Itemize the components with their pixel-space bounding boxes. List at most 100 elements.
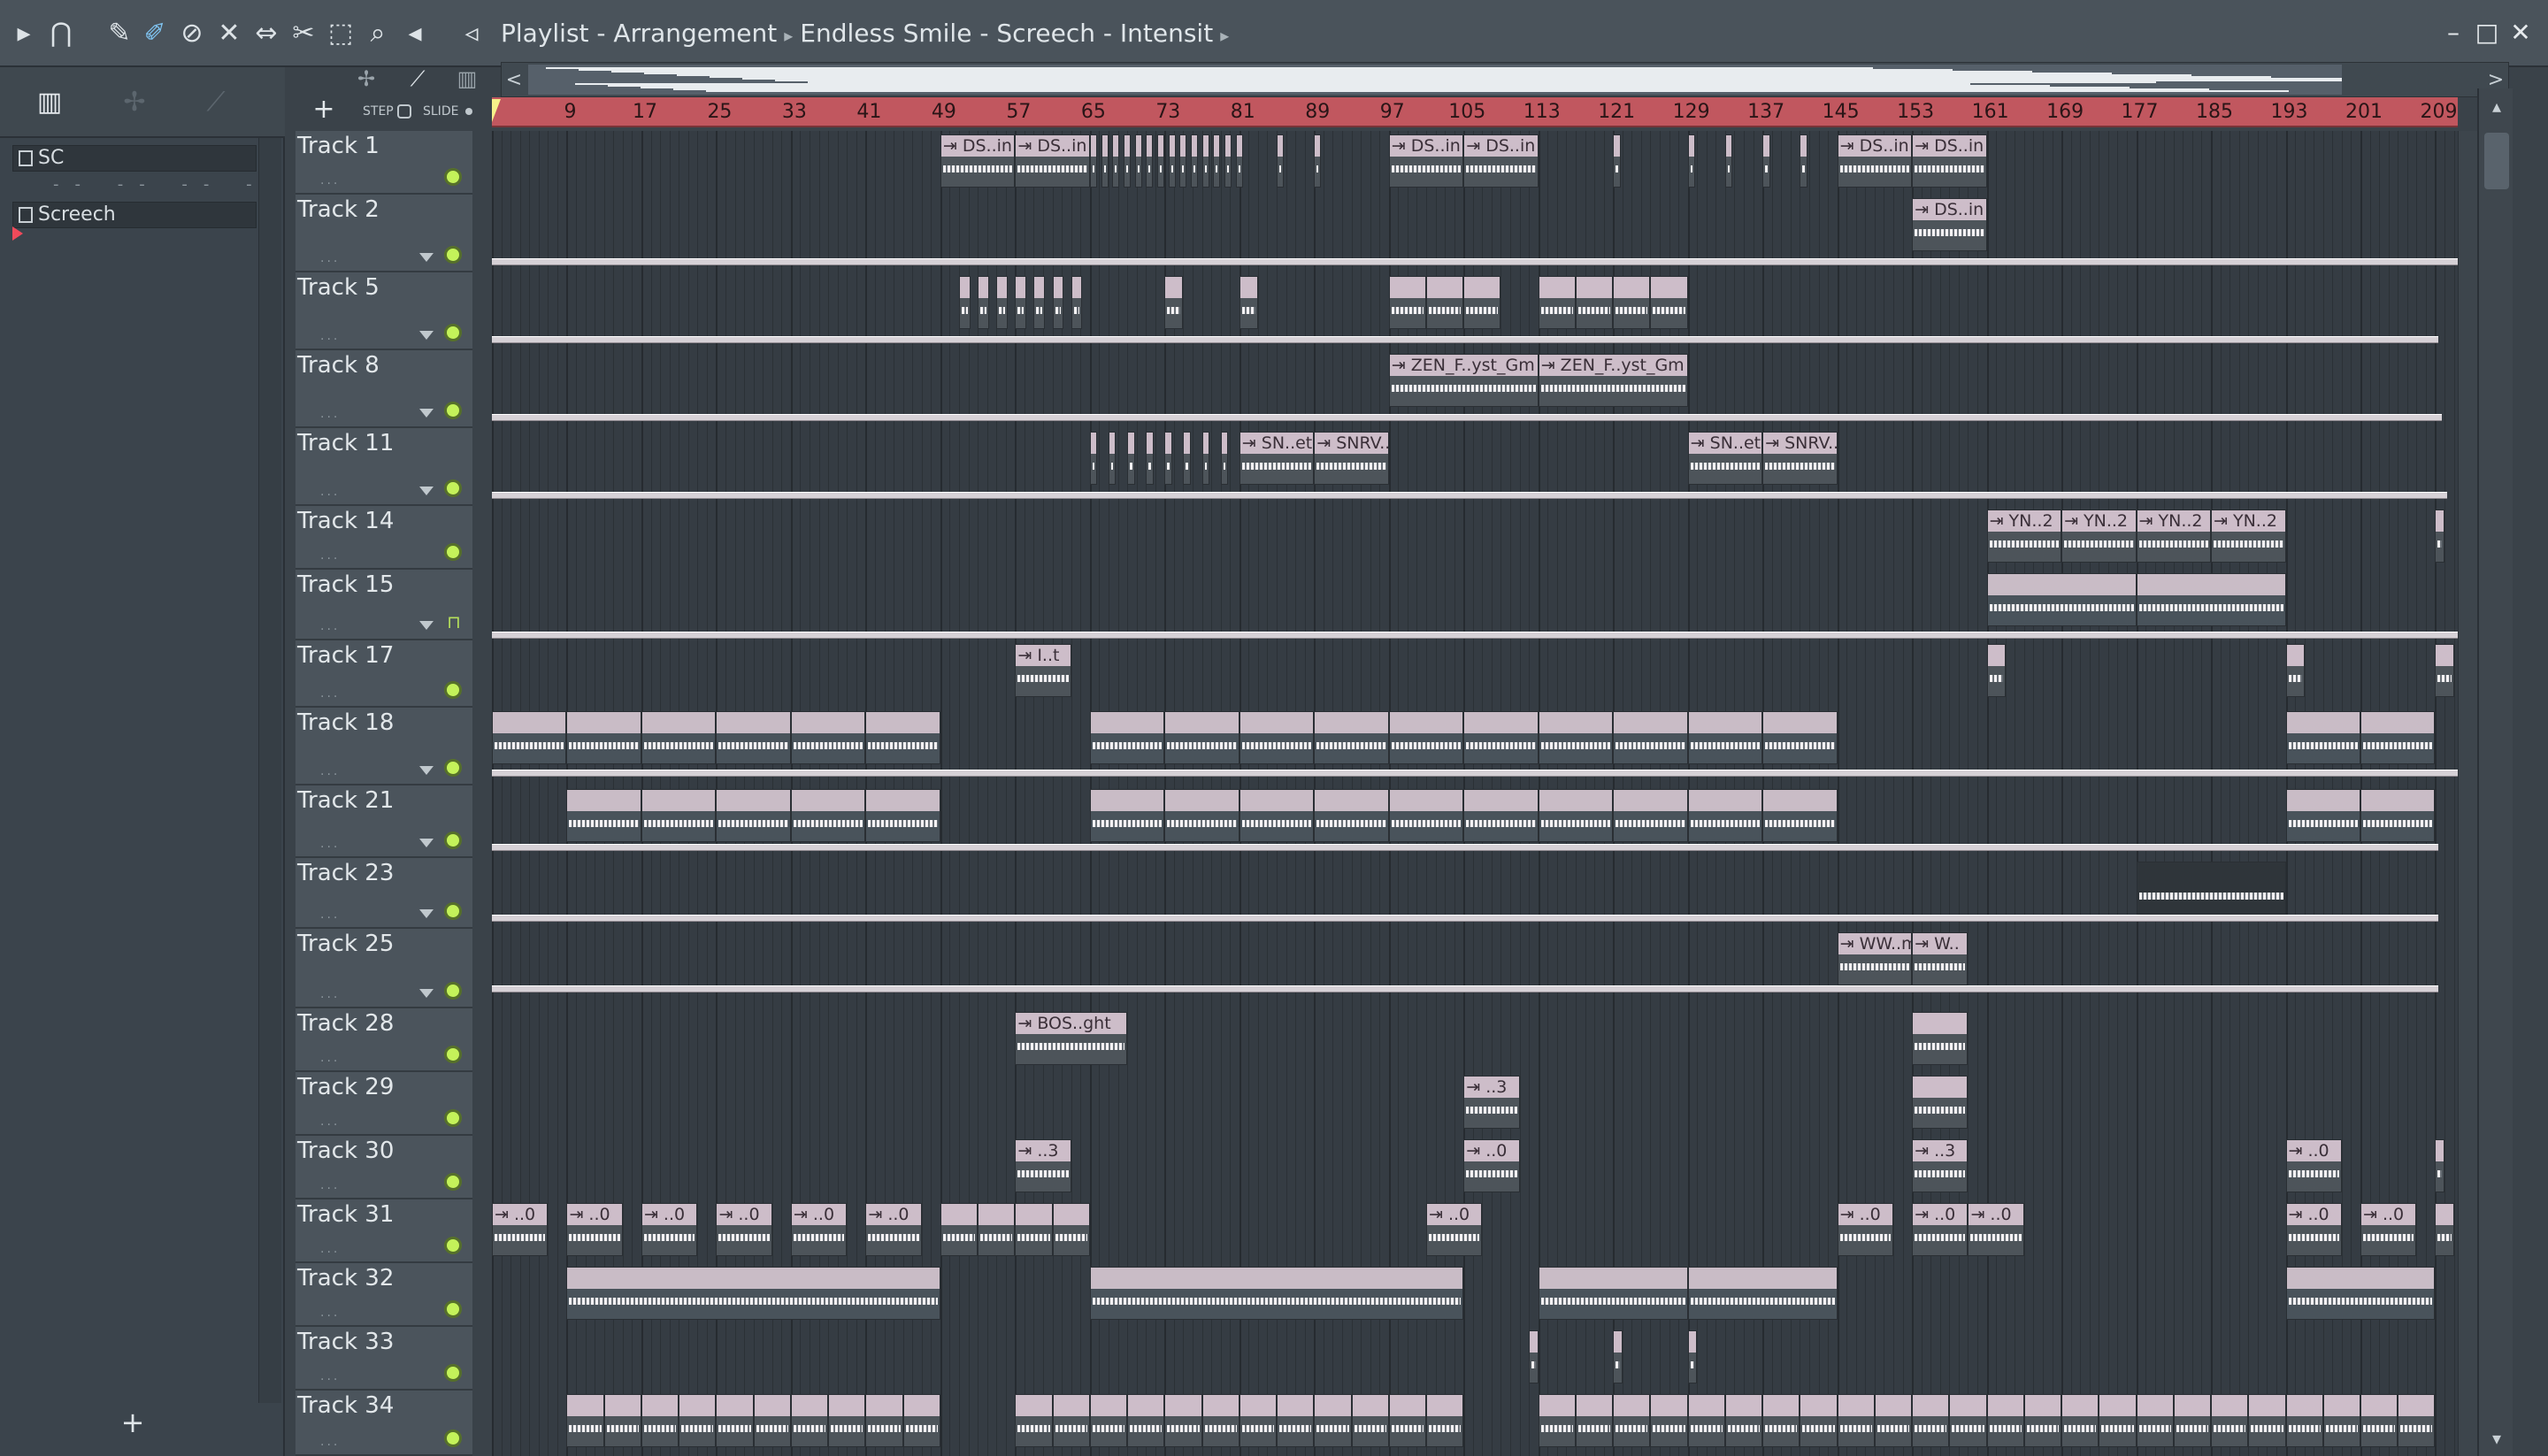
playlist-clip[interactable] <box>1314 134 1322 188</box>
track-name[interactable]: Track 8 <box>297 352 380 379</box>
track-name[interactable]: Track 23 <box>297 860 394 886</box>
playlist-clip[interactable] <box>1388 276 1426 329</box>
minimize-button[interactable]: – <box>2438 18 2468 48</box>
playlist-clip[interactable] <box>2285 711 2360 764</box>
playlist-clip[interactable] <box>1183 432 1191 485</box>
track-enable-led[interactable] <box>444 831 462 849</box>
track-enable-led[interactable] <box>444 1173 462 1191</box>
maximize-button[interactable]: □ <box>2472 18 2502 48</box>
track-header[interactable]: Track 33... <box>295 1327 472 1391</box>
playlist-clip[interactable] <box>1762 711 1838 764</box>
playlist-clip[interactable] <box>2173 1394 2212 1447</box>
playlist-clip[interactable]: ⇥ ..0 <box>566 1203 623 1256</box>
playlist-clip[interactable] <box>865 789 940 842</box>
playlist-clip[interactable] <box>1538 711 1614 764</box>
playlist-clip[interactable] <box>1388 1394 1426 1447</box>
chevron-down-icon[interactable]: ▾ <box>2486 1428 2507 1449</box>
playlist-clip[interactable] <box>1089 711 1165 764</box>
playlist-clip[interactable] <box>1052 1394 1090 1447</box>
playlist-clip[interactable]: ⇥ ..3 <box>1463 1076 1520 1129</box>
playlist-clip[interactable] <box>2435 510 2445 563</box>
playlist-clip[interactable] <box>1071 276 1083 329</box>
track-header[interactable]: Track 21... <box>295 785 472 858</box>
playlist-inner-scrollbar[interactable] <box>2458 131 2477 1456</box>
track-enable-led[interactable] <box>444 1109 462 1127</box>
pattern-item-screech[interactable]: Screech <box>12 202 257 228</box>
playlist-clip[interactable] <box>1949 1394 1987 1447</box>
playlist-clip[interactable] <box>1239 789 1315 842</box>
scrollbar-thumb[interactable] <box>2484 133 2509 189</box>
playlist-clip[interactable] <box>1156 134 1164 188</box>
playlist-clip[interactable] <box>1052 276 1064 329</box>
playlist-clip[interactable] <box>1089 134 1097 188</box>
playlist-clip[interactable] <box>1538 276 1576 329</box>
playlist-clip[interactable] <box>1426 1394 1464 1447</box>
playlist-clip[interactable]: ⇥ ..0 <box>2285 1139 2342 1192</box>
playlist-clip[interactable] <box>2398 1394 2436 1447</box>
playlist-clip[interactable] <box>790 711 866 764</box>
playlist-clip[interactable] <box>2248 1394 2286 1447</box>
playlist-clip[interactable] <box>1575 276 1614 329</box>
brush-icon[interactable]: ✐ <box>138 16 172 51</box>
playlist-clip[interactable] <box>1687 1267 1838 1320</box>
playlist-clip[interactable] <box>1463 276 1501 329</box>
pattern-scrollbar[interactable] <box>258 138 281 1403</box>
vertical-scrollbar[interactable]: ▴ ▾ <box>2477 88 2513 1456</box>
track-enable-led[interactable] <box>444 902 462 920</box>
playlist-clip[interactable] <box>2285 1267 2436 1320</box>
track-header[interactable]: Track 14... <box>295 506 472 570</box>
track-name[interactable]: Track 31 <box>297 1201 394 1228</box>
playlist-clip[interactable] <box>1190 134 1198 188</box>
track-name[interactable]: Track 21 <box>297 787 394 814</box>
playlist-clip[interactable] <box>1837 1394 1875 1447</box>
track-header[interactable]: Track 15... ⊓ <box>295 570 472 640</box>
playlist-clip[interactable] <box>1613 276 1651 329</box>
playlist-clip[interactable] <box>566 711 641 764</box>
playlist-clip[interactable]: ⇥ ..0 <box>1912 1203 1969 1256</box>
playlist-clip[interactable]: ⇥ DS..in <box>940 134 1016 188</box>
track-header[interactable]: Track 2... <box>295 195 472 272</box>
playlist-clip[interactable] <box>2360 1394 2398 1447</box>
playlist-clip[interactable] <box>1912 1394 1950 1447</box>
playlist-clip[interactable] <box>1201 1394 1239 1447</box>
track-name[interactable]: Track 11 <box>297 430 394 456</box>
playlist-clip[interactable] <box>1224 134 1232 188</box>
playlist-clip[interactable] <box>2099 1394 2137 1447</box>
add-pattern-button[interactable]: + <box>115 1405 150 1440</box>
playlist-clip[interactable] <box>1538 789 1614 842</box>
playlist-clip[interactable] <box>641 711 717 764</box>
playlist-clip[interactable] <box>1613 711 1688 764</box>
playlist-clip[interactable] <box>1912 1076 1969 1129</box>
track-header[interactable]: Track 23... <box>295 858 472 929</box>
playlist-clip[interactable] <box>1650 1394 1688 1447</box>
playlist-clip[interactable]: ⇥ DS..in <box>1463 134 1539 188</box>
track-enable-led[interactable] <box>444 1237 462 1254</box>
track-header[interactable]: Track 17... <box>295 640 472 708</box>
playlist-clip[interactable] <box>1146 432 1154 485</box>
playlist-clip[interactable] <box>902 1394 940 1447</box>
playlist-clip[interactable] <box>978 1203 1016 1256</box>
playlist-clip[interactable]: ⇥ ..0 <box>1463 1139 1520 1192</box>
slip-icon[interactable]: ⇔ <box>249 16 283 51</box>
playlist-clip[interactable] <box>716 789 791 842</box>
playlist-clip[interactable] <box>1168 134 1176 188</box>
track-enable-led[interactable] <box>444 759 462 777</box>
playlist-clip[interactable] <box>2285 644 2305 697</box>
arrangement-overview[interactable]: < > <box>501 62 2509 97</box>
chevron-right-icon[interactable]: ▸ <box>1220 25 1229 46</box>
mute-icon[interactable]: ✕ <box>212 16 246 51</box>
playlist-clip[interactable] <box>1463 789 1539 842</box>
playlist-clip[interactable]: ⇥ ..0 <box>1968 1203 2024 1256</box>
track-dropdown-icon[interactable] <box>419 487 434 495</box>
delete-icon[interactable]: ⊘ <box>175 16 209 51</box>
track-header[interactable]: Track 11... <box>295 428 472 506</box>
track-enable-led[interactable] <box>444 402 462 419</box>
playlist-clip[interactable] <box>1123 134 1131 188</box>
zoom-icon[interactable]: ⌕ <box>361 16 395 51</box>
playlist-clip[interactable]: ⇥ ZEN_F..yst_Gm <box>1388 354 1539 407</box>
track-enable-led[interactable] <box>444 246 462 264</box>
step-checkbox[interactable] <box>396 104 411 119</box>
playlist-clip[interactable] <box>1986 573 2137 626</box>
playlist-clip[interactable]: ⇥ ..0 <box>492 1203 549 1256</box>
playlist-clip[interactable] <box>1101 134 1109 188</box>
